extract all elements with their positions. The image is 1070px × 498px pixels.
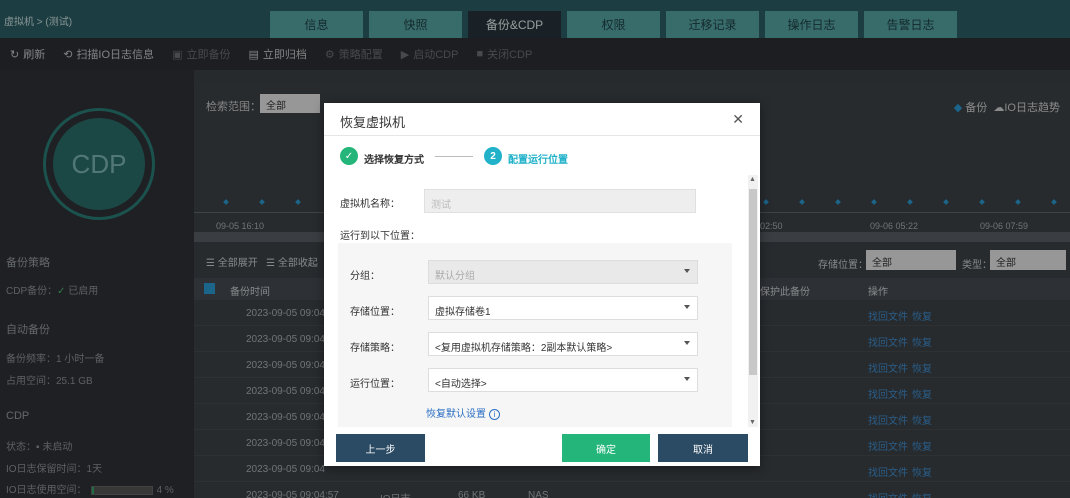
chevron-down-icon	[684, 269, 690, 273]
prev-step-button[interactable]: 上一步	[336, 434, 425, 462]
policy-label: 存储策略：	[350, 343, 400, 354]
run-at-label: 运行到以下位置：	[340, 231, 420, 242]
step2-label: 配置运行位置	[508, 155, 568, 166]
dialog-header: 恢复虚拟机 ✕	[324, 103, 760, 136]
wizard-steps: ✓ 选择恢复方式 2 配置运行位置	[340, 147, 740, 167]
dialog-body: 虚拟机名称： 测试 运行到以下位置： 分组： 默认分组 存储位置： 虚拟存储卷1…	[324, 175, 760, 427]
run-location-select[interactable]: <自动选择>	[428, 368, 698, 392]
location-panel: 分组： 默认分组 存储位置： 虚拟存储卷1 存储策略： <复用虚拟机存储策略：2…	[338, 243, 732, 427]
scroll-down-icon[interactable]: ▼	[749, 419, 756, 426]
scroll-up-icon[interactable]: ▲	[749, 176, 756, 183]
restore-default-link[interactable]: 恢复默认设置 i	[426, 405, 500, 420]
storage-select[interactable]: 虚拟存储卷1	[428, 296, 698, 320]
vm-name-input[interactable]: 测试	[424, 189, 696, 213]
policy-select[interactable]: <复用虚拟机存储策略：2副本默认策略>	[428, 332, 698, 356]
vm-name-label: 虚拟机名称：	[340, 199, 400, 210]
step-connector	[435, 156, 473, 157]
chevron-down-icon	[684, 341, 690, 345]
step2-number: 2	[484, 147, 502, 165]
run-location-label: 运行位置：	[350, 379, 400, 390]
dialog-scrollbar[interactable]: ▲ ▼	[748, 175, 758, 427]
confirm-button[interactable]: 确定	[562, 434, 650, 462]
dialog-footer: 上一步 确定 取消	[324, 427, 760, 466]
group-label: 分组：	[350, 271, 380, 282]
chevron-down-icon	[684, 377, 690, 381]
close-icon[interactable]: ✕	[732, 111, 744, 128]
chevron-down-icon	[684, 305, 690, 309]
restore-vm-dialog: 恢复虚拟机 ✕ ✓ 选择恢复方式 2 配置运行位置 虚拟机名称： 测试 运行到以…	[324, 103, 760, 466]
group-select[interactable]: 默认分组	[428, 260, 698, 284]
storage-label: 存储位置：	[350, 307, 400, 318]
cancel-button[interactable]: 取消	[658, 434, 748, 462]
scrollbar-thumb[interactable]	[749, 189, 757, 375]
step1-label: 选择恢复方式	[364, 155, 424, 166]
check-icon: ✓	[340, 147, 358, 165]
dialog-title: 恢复虚拟机	[340, 115, 406, 130]
help-icon: i	[489, 409, 500, 420]
